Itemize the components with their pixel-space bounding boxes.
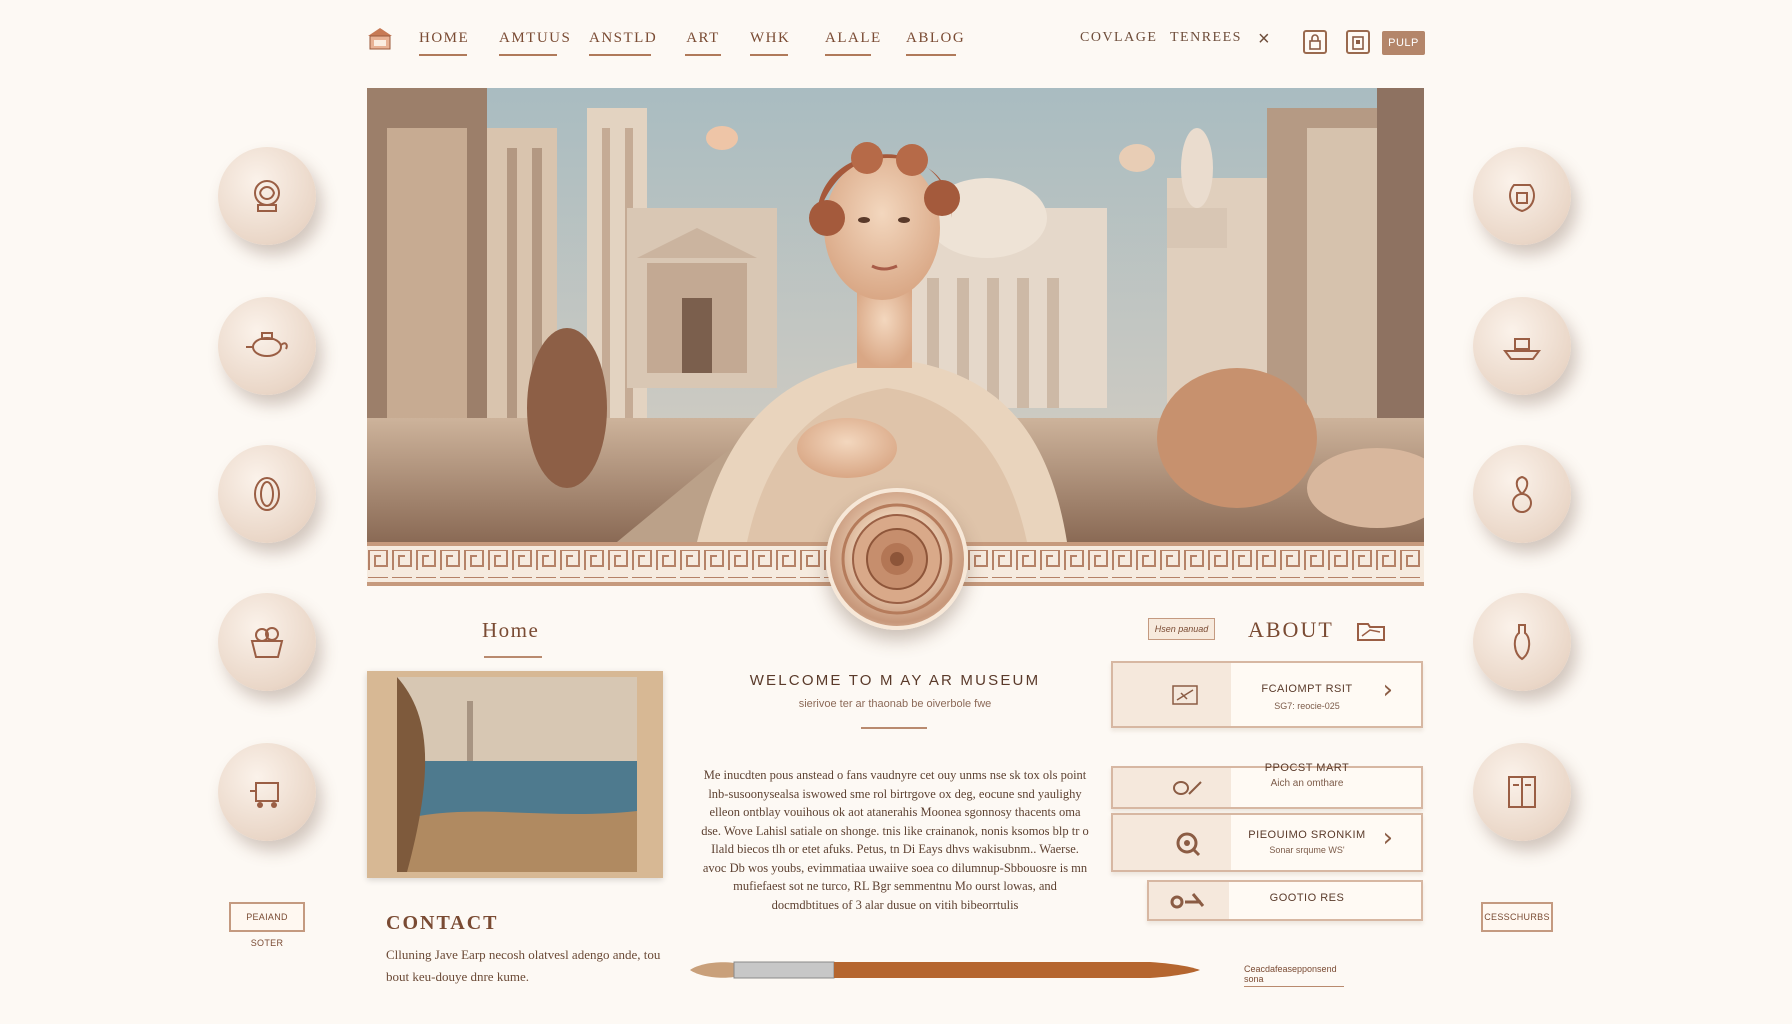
nav-covlage[interactable]: COVLAGE: [1080, 30, 1157, 58]
bottle-icon[interactable]: [1473, 593, 1571, 691]
about-tagline: Hsen panuad: [1148, 618, 1215, 640]
nav-anstld[interactable]: ANSTLD: [589, 30, 656, 58]
folder-icon[interactable]: [1356, 620, 1386, 642]
chevron-right-icon[interactable]: ›: [1383, 675, 1393, 705]
about-card-4[interactable]: GOOTIO RES: [1147, 880, 1423, 921]
bag-icon[interactable]: [1346, 30, 1370, 54]
vase-icon[interactable]: [218, 445, 316, 543]
home-heading: Home: [482, 618, 540, 642]
nav-art[interactable]: ART: [685, 30, 721, 58]
card-1-thumb: [1113, 663, 1231, 726]
plant-icon[interactable]: [1473, 445, 1571, 543]
museum-logo-icon[interactable]: [366, 26, 394, 52]
card-2-thumb: [1113, 768, 1231, 807]
card-1-subtitle: SG7: reocie-025: [1274, 701, 1340, 711]
rose-icon[interactable]: [218, 147, 316, 245]
pulp-button[interactable]: PULP: [1382, 31, 1425, 55]
about-footer-link[interactable]: Ceacdafeasepponsend sona: [1244, 964, 1344, 987]
boat-icon[interactable]: [1473, 297, 1571, 395]
about-card-3[interactable]: PIEOUIMO SRONKIM Sonar srqume WS' ›: [1111, 813, 1423, 872]
lock-icon[interactable]: [1303, 30, 1327, 54]
card-3-subtitle: Sonar srqume WS': [1269, 845, 1345, 855]
card-3-thumb: [1113, 815, 1231, 870]
card-4-title: GOOTIO RES: [1269, 892, 1345, 904]
paintbrush-icon: [690, 953, 1200, 987]
nav-amtuus[interactable]: AMTUUS: [499, 30, 570, 58]
welcome-subtitle: sierivoe ter ar thaonab be oiverbole fwe: [798, 698, 992, 710]
close-icon[interactable]: ×: [1258, 28, 1270, 51]
welcome-divider: [861, 727, 927, 729]
cart-icon[interactable]: [218, 743, 316, 841]
about-title: ABOUT: [1248, 617, 1334, 642]
card-4-thumb: [1149, 882, 1229, 919]
nav-alale[interactable]: ALALE: [825, 30, 880, 58]
urn-icon[interactable]: [1473, 147, 1571, 245]
medallion-emblem[interactable]: [826, 488, 968, 630]
nav-whk[interactable]: WHK: [750, 30, 789, 58]
card-3-title: PIEOUIMO SRONKIM: [1248, 829, 1366, 841]
contact-text: Clluning Jave Earp necosh olatvesl adeng…: [386, 947, 661, 984]
welcome-title: WELCOME TO M AY AR MUSEUM: [749, 672, 1041, 689]
nav-tenrees[interactable]: TENREES: [1170, 30, 1242, 58]
card-2-subtitle: Aich an omthare: [1270, 778, 1344, 789]
seascape-painting[interactable]: [367, 671, 663, 878]
card-2-title: PPOCST MART: [1264, 762, 1350, 774]
basket-icon[interactable]: [218, 593, 316, 691]
welcome-body: Me inucdten pous anstead o fans vaudnyre…: [701, 768, 1089, 912]
teapot-icon[interactable]: [218, 297, 316, 395]
home-underline: [484, 656, 542, 658]
about-card-2[interactable]: PPOCST MART Aich an omthare: [1111, 762, 1423, 809]
left-side-button[interactable]: PEAIAND SOTER: [229, 902, 305, 948]
hero-painting: [367, 88, 1424, 542]
chevron-right-icon[interactable]: ›: [1383, 823, 1393, 853]
cabinet-icon[interactable]: [1473, 743, 1571, 841]
about-card-1[interactable]: FCAIOMPT RSIT SG7: reocie-025 ›: [1111, 661, 1423, 728]
contact-title: CONTACT: [386, 912, 499, 934]
nav-home[interactable]: HOME: [419, 30, 468, 58]
nav-ablog[interactable]: ABLOG: [906, 30, 964, 58]
right-side-button[interactable]: CESSCHURBS: [1481, 902, 1553, 932]
card-1-title: FCAIOMPT RSIT: [1261, 683, 1353, 695]
